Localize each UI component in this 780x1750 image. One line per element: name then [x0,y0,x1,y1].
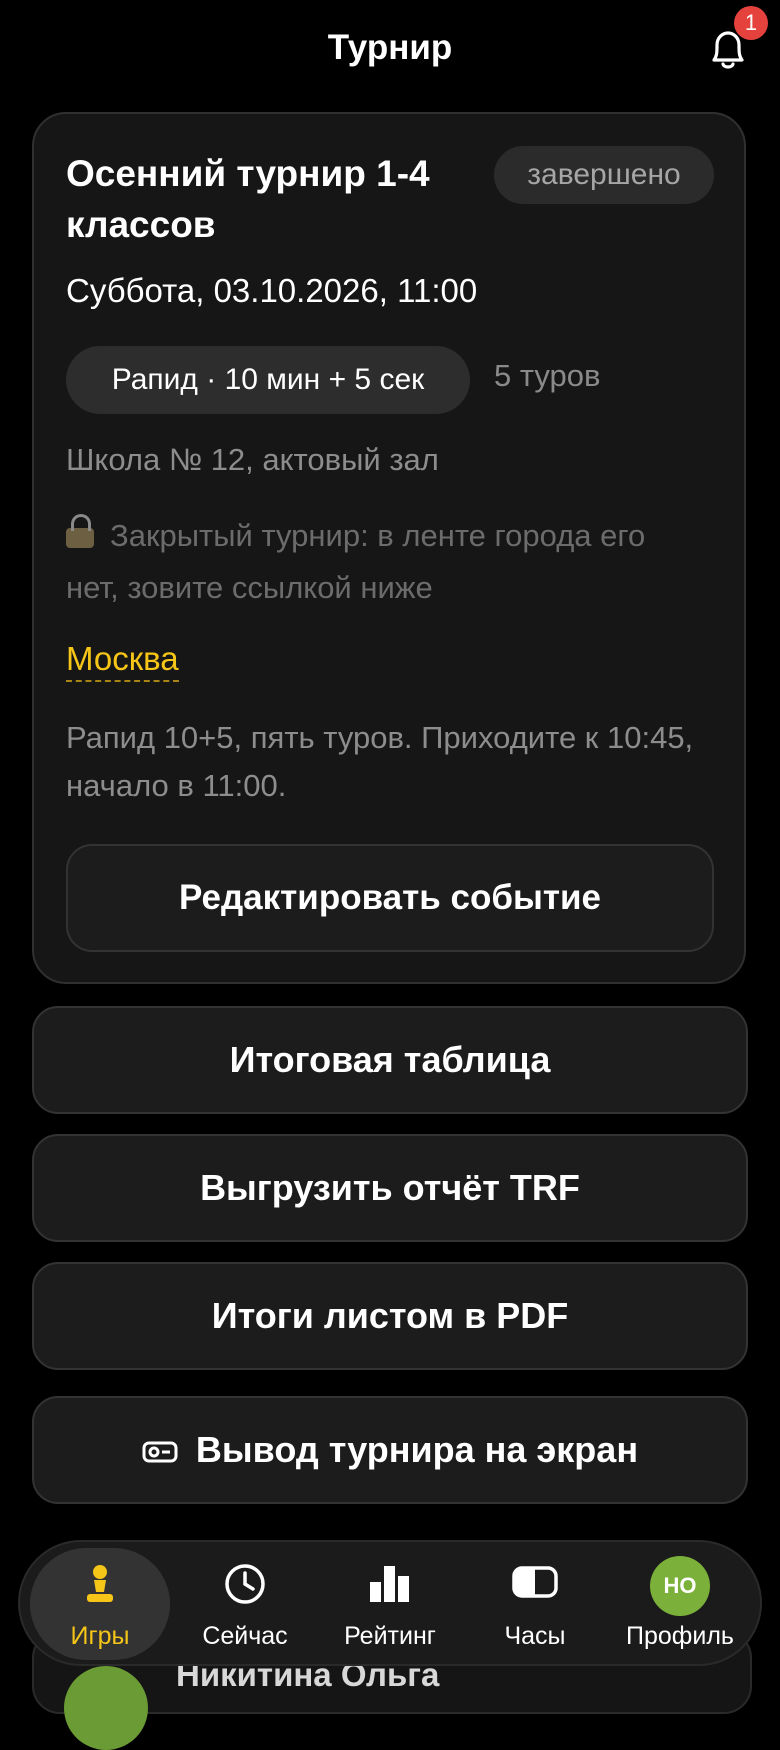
results-pdf-button[interactable]: Итоги листом в PDF [32,1262,748,1370]
export-trf-button[interactable]: Выгрузить отчёт TRF [32,1134,748,1242]
top-bar: Турнир 1 [0,0,780,104]
event-title: Осенний турнир 1-4 классов [66,153,430,245]
clock-icon [225,1564,265,1604]
time-control-chip: Рапид · 10 мин + 5 сек [66,346,470,414]
projector-icon [142,1441,178,1463]
profile-avatar: НО [650,1556,710,1616]
tab-rating-label: Рейтинг [344,1622,436,1650]
notification-badge: 1 [734,6,768,40]
lock-icon [66,514,94,548]
avatar [64,1666,148,1750]
tab-rating[interactable]: Рейтинг [320,1548,460,1660]
event-datetime: Суббота, 03.10.2026, 11:00 [66,272,478,309]
tab-games-label: Игры [70,1622,130,1650]
edit-event-button[interactable]: Редактировать событие [66,844,714,952]
display-tournament-label: Вывод турнира на экран [195,1429,639,1470]
page-title: Турнир [327,28,453,67]
pawn-icon [87,1565,113,1602]
display-tournament-button[interactable]: Вывод турнира на экран [32,1396,748,1504]
event-venue: Школа № 12, актовый зал [66,442,439,477]
standings-button[interactable]: Итоговая таблица [32,1006,748,1114]
private-note: Закрытый турнир: в ленте города его нет,… [66,510,696,614]
tab-profile-label: Профиль [626,1622,734,1650]
private-note-text: Закрытый турнир: в ленте города его нет,… [66,518,646,605]
tab-now[interactable]: Сейчас [175,1548,315,1660]
tab-clock-label: Часы [504,1622,566,1650]
tab-profile[interactable]: НО Профиль [610,1548,750,1660]
chess-clock-icon [512,1566,558,1598]
rounds-count: 5 туров [494,358,601,393]
bar-chart-icon [370,1566,409,1602]
city-link[interactable]: Москва [66,640,179,682]
status-badge: завершено [494,146,714,204]
tab-clock[interactable]: Часы [465,1548,605,1660]
tab-games[interactable]: Игры [30,1548,170,1660]
event-description: Рапид 10+5, пять туров. Приходите к 10:4… [66,720,694,803]
tab-now-label: Сейчас [202,1622,288,1650]
